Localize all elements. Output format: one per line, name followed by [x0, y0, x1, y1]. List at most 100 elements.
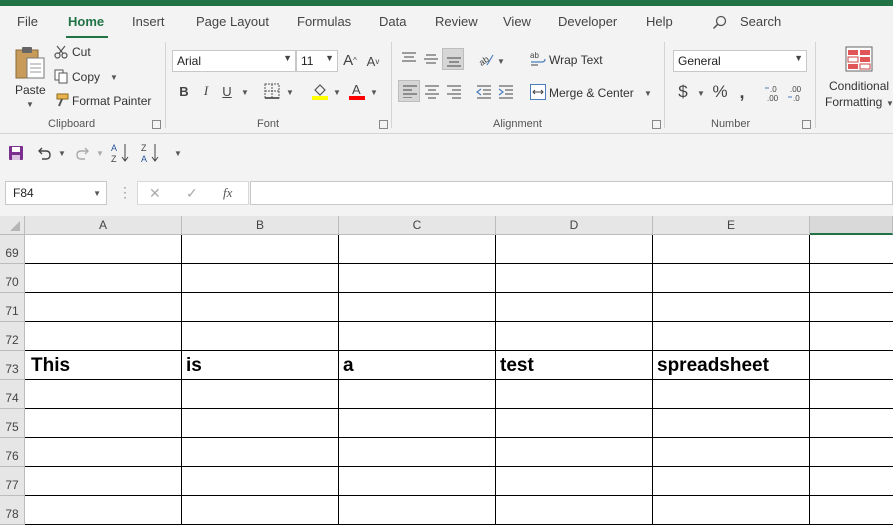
- undo-icon[interactable]: [36, 145, 52, 161]
- tab-formulas[interactable]: Formulas: [297, 14, 351, 29]
- row-header[interactable]: 74: [0, 380, 25, 409]
- currency-dropdown-icon[interactable]: ▼: [697, 89, 705, 98]
- cut-button[interactable]: Cut: [54, 44, 114, 62]
- tab-data[interactable]: Data: [379, 14, 406, 29]
- cell-f76[interactable]: [810, 438, 893, 467]
- cell-b73[interactable]: is: [182, 351, 339, 380]
- cell-a78[interactable]: [25, 496, 182, 525]
- decrease-font-size-icon[interactable]: Av: [365, 53, 381, 69]
- font-launcher-icon[interactable]: [379, 120, 388, 129]
- cell-e77[interactable]: [653, 467, 810, 496]
- bold-icon[interactable]: B: [177, 82, 191, 100]
- cell-f72[interactable]: [810, 322, 893, 351]
- conditional-formatting-button[interactable]: Conditional Formatting ▼: [822, 44, 893, 114]
- cell-d78[interactable]: [496, 496, 653, 525]
- tab-file[interactable]: File: [17, 14, 38, 29]
- align-center-icon[interactable]: [424, 84, 440, 100]
- cell-c69[interactable]: [339, 235, 496, 264]
- conditional-formatting-dropdown-icon[interactable]: ▼: [886, 99, 893, 108]
- tab-home[interactable]: Home: [68, 14, 104, 29]
- cell-c76[interactable]: [339, 438, 496, 467]
- cell-a71[interactable]: [25, 293, 182, 322]
- cell-b74[interactable]: [182, 380, 339, 409]
- cell-c74[interactable]: [339, 380, 496, 409]
- cell-a77[interactable]: [25, 467, 182, 496]
- undo-dropdown-icon[interactable]: ▼: [58, 149, 66, 158]
- row-header[interactable]: 70: [0, 264, 25, 293]
- tab-help[interactable]: Help: [646, 14, 673, 29]
- cell-e75[interactable]: [653, 409, 810, 438]
- cell-c71[interactable]: [339, 293, 496, 322]
- cell-d69[interactable]: [496, 235, 653, 264]
- cell-d72[interactable]: [496, 322, 653, 351]
- cell-b70[interactable]: [182, 264, 339, 293]
- underline-dropdown-icon[interactable]: ▼: [241, 88, 249, 97]
- number-format-select[interactable]: General ▼: [673, 50, 807, 72]
- merge-center-button[interactable]: Merge & Center ▼: [530, 82, 655, 102]
- row-header[interactable]: 71: [0, 293, 25, 322]
- sort-descending-icon[interactable]: Z A: [141, 142, 161, 164]
- cell-f77[interactable]: [810, 467, 893, 496]
- font-color-icon[interactable]: A: [348, 82, 366, 100]
- cell-c72[interactable]: [339, 322, 496, 351]
- cell-a69[interactable]: [25, 235, 182, 264]
- cell-e72[interactable]: [653, 322, 810, 351]
- customize-toolbar-icon[interactable]: ▼: [174, 149, 182, 158]
- redo-icon[interactable]: [75, 145, 91, 161]
- sort-ascending-icon[interactable]: A Z: [111, 142, 131, 164]
- clipboard-launcher-icon[interactable]: [152, 120, 161, 129]
- cell-a74[interactable]: [25, 380, 182, 409]
- cell-b75[interactable]: [182, 409, 339, 438]
- name-box[interactable]: F84 ▼: [5, 181, 107, 205]
- cell-d74[interactable]: [496, 380, 653, 409]
- row-header[interactable]: 72: [0, 322, 25, 351]
- column-header-b[interactable]: B: [182, 216, 339, 235]
- cell-f69[interactable]: [810, 235, 893, 264]
- font-size-select[interactable]: 11 ▼: [296, 50, 338, 72]
- row-header[interactable]: 76: [0, 438, 25, 467]
- cell-c70[interactable]: [339, 264, 496, 293]
- tab-review[interactable]: Review: [435, 14, 478, 29]
- cell-b77[interactable]: [182, 467, 339, 496]
- borders-dropdown-icon[interactable]: ▼: [286, 88, 294, 97]
- insert-function-icon[interactable]: fx: [223, 185, 232, 201]
- increase-indent-icon[interactable]: [498, 84, 514, 100]
- cell-f74[interactable]: [810, 380, 893, 409]
- middle-align-icon[interactable]: [423, 51, 439, 65]
- align-left-button[interactable]: [398, 80, 420, 102]
- top-align-icon[interactable]: [401, 51, 417, 65]
- cell-c78[interactable]: [339, 496, 496, 525]
- bottom-align-button[interactable]: [442, 48, 464, 70]
- cell-d77[interactable]: [496, 467, 653, 496]
- row-header[interactable]: 77: [0, 467, 25, 496]
- cell-e70[interactable]: [653, 264, 810, 293]
- search-box[interactable]: Search: [740, 14, 781, 29]
- underline-icon[interactable]: U: [220, 82, 234, 100]
- format-painter-button[interactable]: Format Painter: [54, 92, 154, 110]
- cell-f78[interactable]: [810, 496, 893, 525]
- increase-decimal-icon[interactable]: .0 .00: [764, 84, 784, 102]
- cell-e71[interactable]: [653, 293, 810, 322]
- cell-a70[interactable]: [25, 264, 182, 293]
- search-icon[interactable]: [712, 15, 727, 30]
- copy-button[interactable]: Copy ▼: [54, 68, 124, 86]
- column-header-f[interactable]: [810, 216, 893, 235]
- row-header[interactable]: 69: [0, 235, 25, 264]
- tab-page-layout[interactable]: Page Layout: [196, 14, 269, 29]
- orientation-icon[interactable]: ab: [477, 51, 495, 67]
- row-header[interactable]: 75: [0, 409, 25, 438]
- cell-d75[interactable]: [496, 409, 653, 438]
- copy-dropdown-icon[interactable]: ▼: [110, 73, 118, 82]
- formula-input[interactable]: [250, 181, 893, 205]
- currency-icon[interactable]: $: [676, 82, 690, 102]
- save-icon[interactable]: [8, 145, 24, 161]
- cell-f71[interactable]: [810, 293, 893, 322]
- column-header-a[interactable]: A: [25, 216, 182, 235]
- cell-d71[interactable]: [496, 293, 653, 322]
- cancel-icon[interactable]: ✕: [149, 185, 161, 202]
- row-header[interactable]: 73: [0, 351, 25, 380]
- cell-d70[interactable]: [496, 264, 653, 293]
- cell-a73[interactable]: This: [25, 351, 182, 380]
- percent-icon[interactable]: %: [711, 82, 729, 102]
- column-header-e[interactable]: E: [653, 216, 810, 235]
